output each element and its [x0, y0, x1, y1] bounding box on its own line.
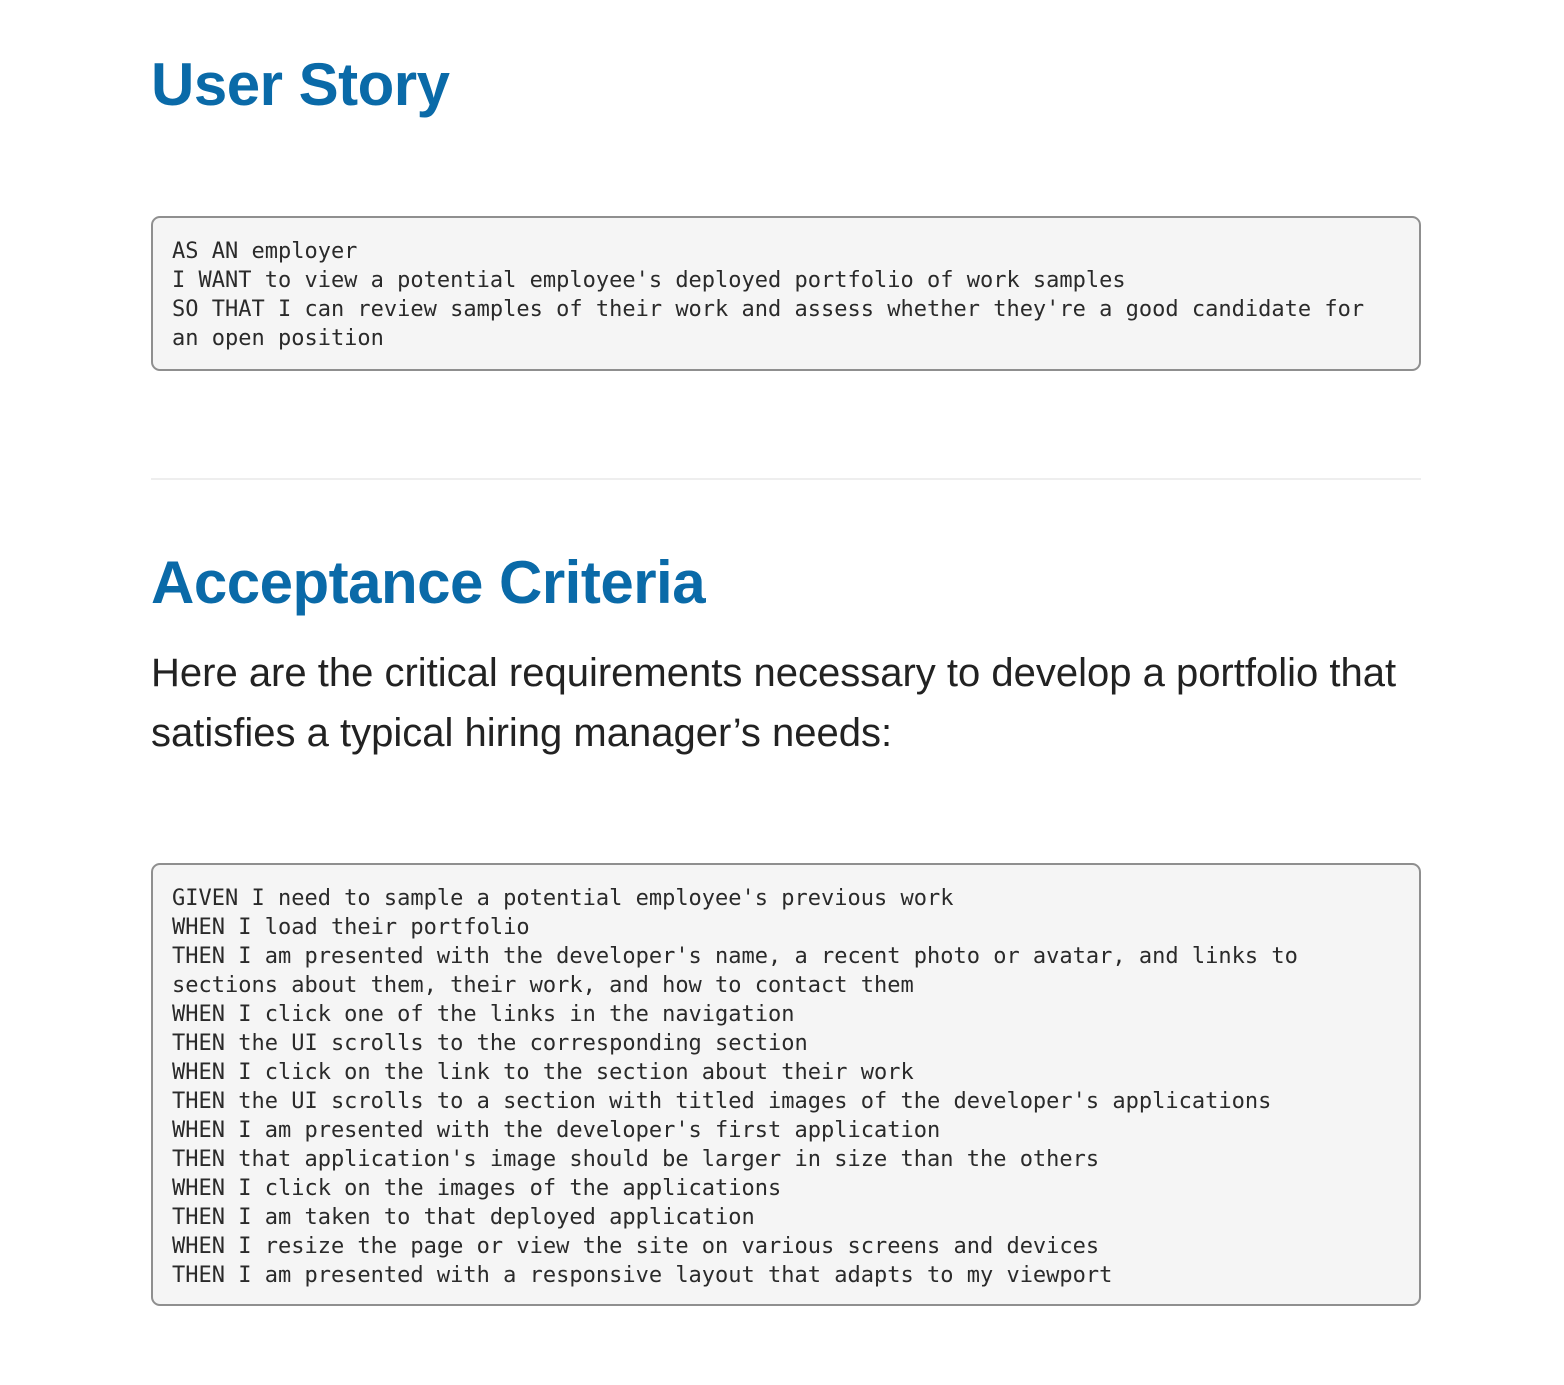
user-story-code-block: AS AN employer I WANT to view a potential…: [151, 216, 1421, 371]
criteria-line: GIVEN I need to sample a potential emplo…: [172, 886, 954, 911]
user-story-line: SO THAT I can review samples of their wo…: [172, 297, 1378, 351]
acceptance-criteria-intro: Here are the critical requirements neces…: [151, 651, 1397, 755]
page: User Story AS AN employer I WANT to view …: [0, 0, 1564, 1385]
criteria-line: WHEN I resize the page or view the site …: [172, 1234, 1100, 1259]
criteria-line: WHEN I click on the images of the applic…: [172, 1176, 782, 1201]
acceptance-criteria-heading: Acceptance Criteria: [151, 549, 706, 616]
criteria-line: WHEN I am presented with the developer's…: [172, 1118, 941, 1143]
user-story-line: I WANT to view a potential employee's de…: [172, 268, 1126, 293]
criteria-line: THEN that application's image should be …: [172, 1147, 1100, 1172]
criteria-line: THEN I am taken to that deployed applica…: [172, 1205, 755, 1230]
acceptance-criteria-code-block: GIVEN I need to sample a potential emplo…: [151, 863, 1421, 1306]
criteria-line: WHEN I click on the link to the section …: [172, 1060, 914, 1085]
criteria-line: WHEN I click one of the links in the nav…: [172, 1002, 795, 1027]
criteria-line: THEN the UI scrolls to the corresponding…: [172, 1031, 808, 1056]
criteria-line: THEN I am presented with a responsive la…: [172, 1263, 1113, 1288]
section-divider: [151, 478, 1421, 480]
criteria-line: WHEN I load their portfolio: [172, 915, 530, 940]
user-story-line: AS AN employer: [172, 239, 358, 264]
user-story-heading: User Story: [151, 51, 450, 118]
criteria-line: THEN I am presented with the developer's…: [172, 944, 1312, 998]
criteria-line: THEN the UI scrolls to a section with ti…: [172, 1089, 1272, 1114]
